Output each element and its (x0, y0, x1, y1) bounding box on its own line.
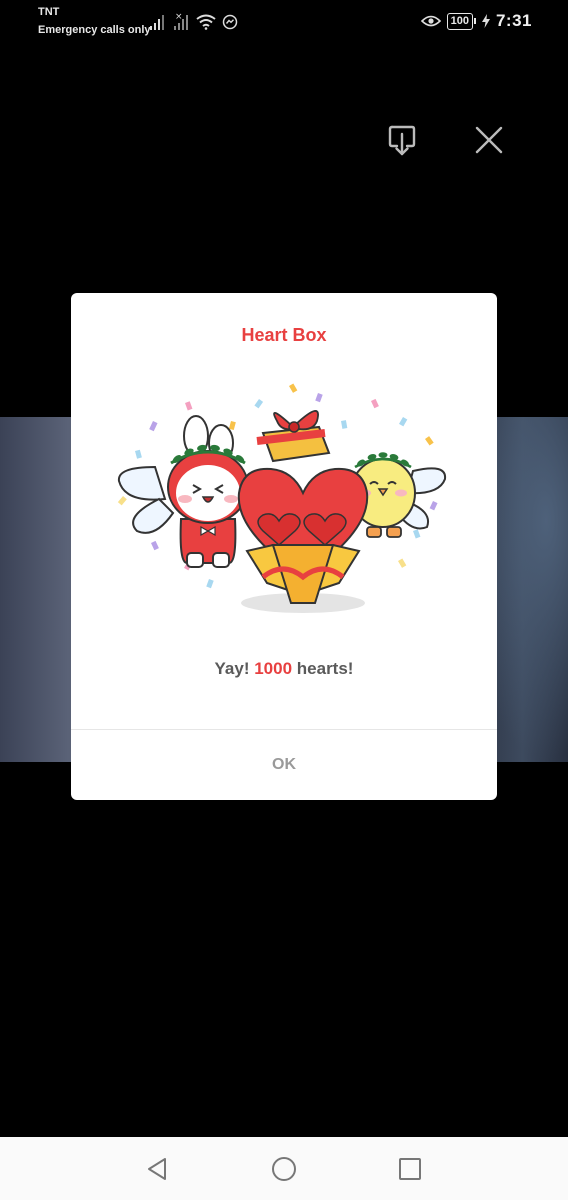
back-icon[interactable] (143, 1155, 171, 1183)
gift-lid (256, 410, 331, 463)
clock: 7:31 (495, 11, 532, 30)
charging-icon (481, 14, 490, 28)
signal-icon (150, 15, 164, 30)
messenger-icon (222, 14, 238, 30)
status-icons-left: × (150, 12, 238, 30)
message-prefix: Yay! (214, 659, 255, 678)
heart-box-dialog: Heart Box Yay! 1000 hearts! OK (71, 293, 497, 800)
svg-text:×: × (175, 12, 183, 22)
message-suffix: hearts! (292, 659, 354, 678)
heart-count: 1000 (254, 659, 293, 678)
status-bar: TNT Emergency calls only × 100 7:31 (0, 0, 568, 44)
status-icons-right: 100 7:31 (420, 11, 532, 31)
heart-box (237, 467, 369, 604)
ok-button[interactable]: OK (71, 730, 497, 800)
carrier-name: TNT (38, 6, 60, 18)
dialog-title: Heart Box (241, 325, 327, 345)
navigation-bar (0, 1137, 568, 1200)
home-icon[interactable] (270, 1155, 298, 1183)
heart-box-gift-illustration (117, 383, 447, 613)
screen: TNT Emergency calls only × 100 7:31 Hear… (0, 0, 568, 1200)
eye-comfort-icon (420, 15, 441, 27)
download-icon[interactable] (384, 122, 420, 158)
battery-icon: 100 (446, 12, 476, 30)
recents-icon[interactable] (396, 1155, 424, 1183)
signal-no-sim-icon: × (174, 12, 188, 30)
emergency-calls-text: Emergency calls only (38, 24, 151, 36)
wifi-icon (196, 14, 216, 30)
close-icon[interactable] (471, 122, 507, 158)
reward-message: Yay! 1000 hearts! (71, 659, 497, 679)
bunny-character (117, 415, 249, 568)
battery-level: 100 (446, 12, 473, 30)
